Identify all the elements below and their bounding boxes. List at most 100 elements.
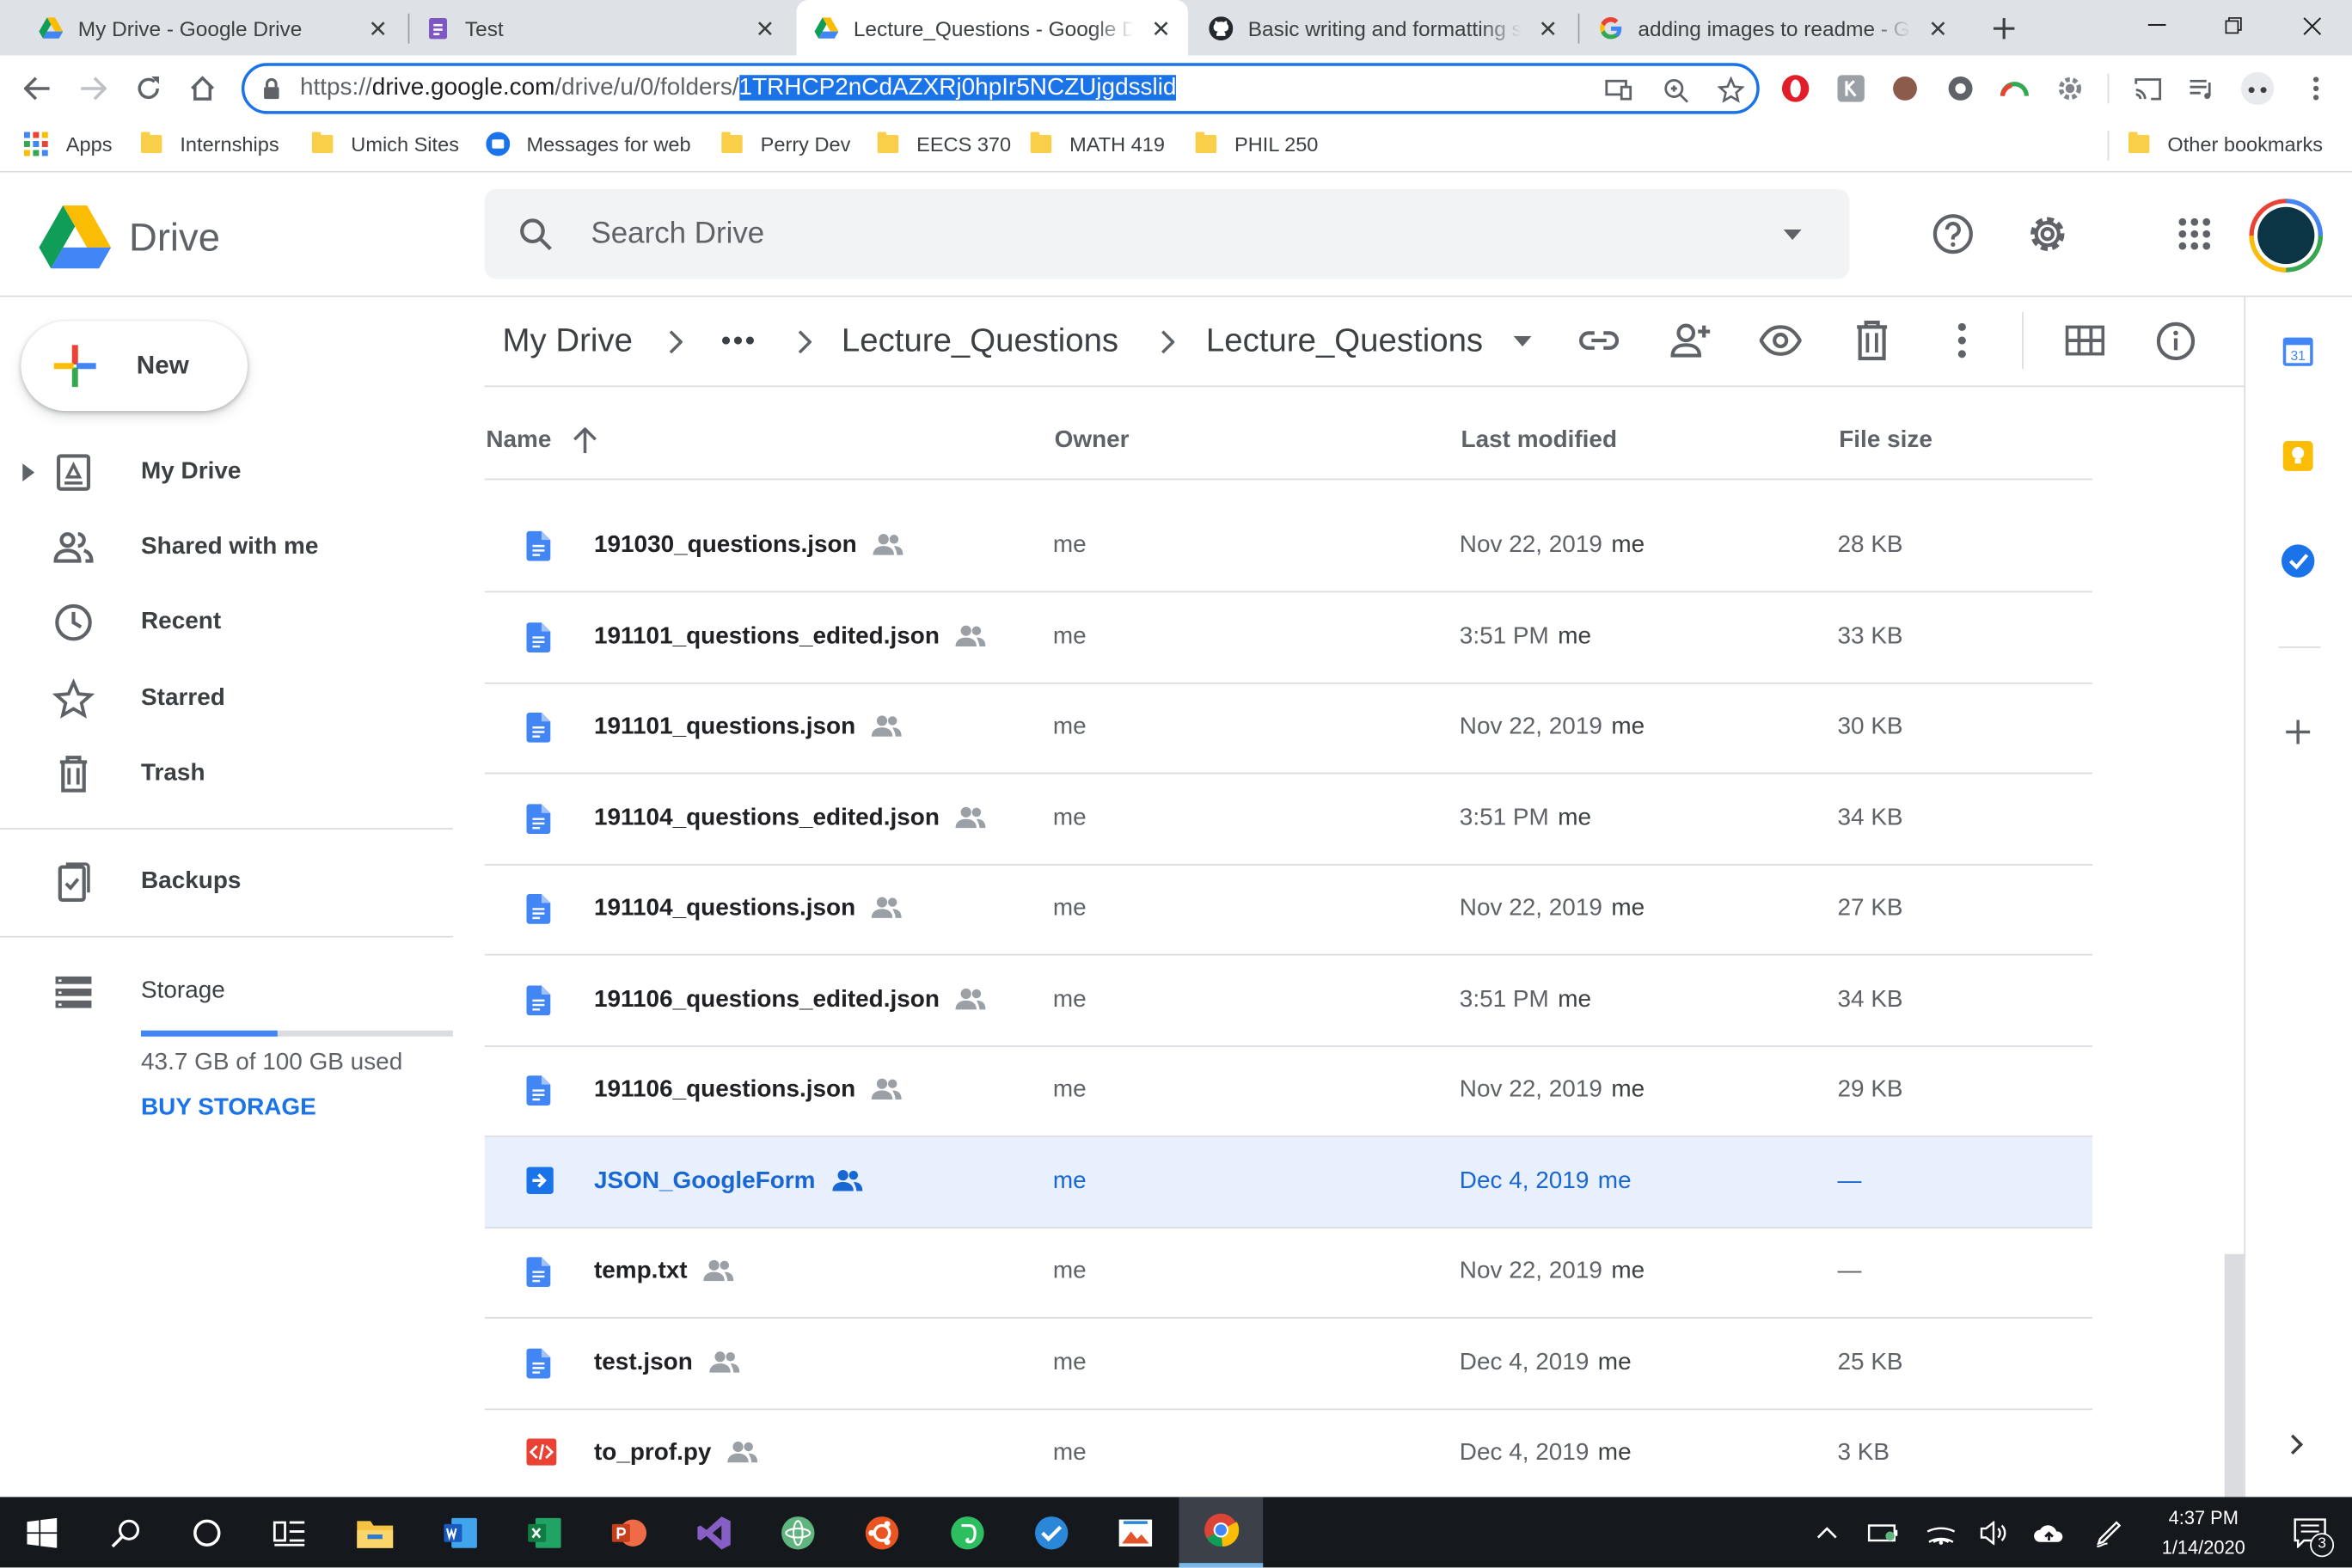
evernote-icon[interactable] bbox=[926, 1497, 1010, 1567]
bookmark-star-icon[interactable] bbox=[1713, 74, 1749, 107]
tab-github[interactable]: Basic writing and formatting sy bbox=[1191, 0, 1575, 56]
file-name[interactable]: 191101_questions.json bbox=[594, 683, 855, 773]
wifi-icon[interactable] bbox=[1914, 1497, 1968, 1567]
media-queue-icon[interactable] bbox=[2185, 72, 2218, 105]
buy-storage-link[interactable]: BUY STORAGE bbox=[141, 1095, 316, 1122]
file-name[interactable]: 191030_questions.json bbox=[594, 501, 857, 591]
expand-panel-chevron-icon[interactable] bbox=[2288, 1432, 2306, 1456]
opera-extension-icon[interactable] bbox=[1779, 72, 1811, 105]
taskbar-search-icon[interactable] bbox=[84, 1497, 168, 1567]
account-avatar[interactable] bbox=[2247, 197, 2325, 275]
column-header-owner[interactable]: Owner bbox=[1055, 387, 1130, 495]
close-tab-icon[interactable] bbox=[1146, 13, 1176, 43]
onedrive-cloud-icon[interactable] bbox=[2022, 1497, 2076, 1567]
file-row[interactable]: to_prof.py me Dec 4, 2019 me 3 KB bbox=[485, 1408, 2093, 1497]
new-tab-plus-icon[interactable] bbox=[1983, 9, 2025, 47]
add-addon-plus-icon[interactable] bbox=[2284, 719, 2311, 745]
address-bar[interactable]: https://drive.google.com/drive/u/0/folde… bbox=[241, 63, 1760, 114]
visual-studio-icon[interactable] bbox=[672, 1497, 756, 1567]
column-header-last-modified[interactable]: Last modified bbox=[1461, 387, 1617, 495]
bookmark-folder-phil-250[interactable]: PHIL 250 bbox=[1195, 121, 1318, 166]
profile-avatar-icon[interactable] bbox=[2238, 69, 2276, 107]
extension-k-icon[interactable] bbox=[1834, 72, 1867, 105]
bookmark-folder-other[interactable]: Other bookmarks bbox=[2128, 121, 2323, 166]
bookmark-messages-for-web[interactable]: Messages for web bbox=[486, 121, 691, 166]
keep-icon[interactable] bbox=[2282, 439, 2314, 472]
new-button[interactable]: New bbox=[21, 321, 248, 412]
tab-lecture-questions[interactable]: Lecture_Questions - Google Drive bbox=[796, 0, 1188, 56]
nav-starred[interactable]: Starred bbox=[0, 663, 465, 735]
cast-icon[interactable] bbox=[2132, 72, 2165, 105]
battery-icon[interactable] bbox=[1857, 1497, 1911, 1567]
calendar-icon[interactable]: 31 bbox=[2282, 334, 2314, 367]
file-name[interactable]: 191104_questions.json bbox=[594, 864, 855, 954]
home-icon[interactable] bbox=[180, 66, 224, 111]
file-row[interactable]: 191106_questions_edited.json me 3:51 PM me 3… bbox=[484, 955, 2093, 1047]
tab-my-drive[interactable]: My Drive - Google Drive bbox=[21, 0, 405, 56]
nav-trash[interactable]: Trash bbox=[0, 738, 465, 810]
tab-test[interactable]: Test bbox=[408, 0, 793, 56]
grid-view-icon[interactable] bbox=[2065, 325, 2105, 356]
preview-eye-icon[interactable] bbox=[1759, 324, 1802, 357]
drive-logo[interactable]: Drive bbox=[39, 205, 264, 269]
file-name[interactable]: temp.txt bbox=[594, 1227, 688, 1317]
close-tab-icon[interactable] bbox=[750, 13, 780, 43]
close-tab-icon[interactable] bbox=[363, 13, 393, 43]
extension-arc-icon[interactable] bbox=[1998, 72, 2030, 105]
cortana-circle-icon[interactable] bbox=[165, 1497, 249, 1567]
tasks-icon[interactable] bbox=[2280, 543, 2316, 579]
search-bar[interactable]: Search Drive bbox=[484, 188, 1850, 279]
reload-icon[interactable] bbox=[126, 66, 171, 111]
nav-shared-with-me[interactable]: Shared with me bbox=[0, 511, 465, 584]
file-name[interactable]: JSON_GoogleForm bbox=[594, 1136, 816, 1227]
file-row[interactable]: test.json me Dec 4, 2019 me 25 KB bbox=[484, 1318, 2093, 1410]
file-explorer-icon[interactable] bbox=[333, 1497, 417, 1567]
file-row[interactable]: 191030_questions.json me Nov 22, 2019 me 28 … bbox=[484, 501, 2093, 593]
file-name[interactable]: 191101_questions_edited.json bbox=[594, 591, 940, 682]
breadcrumb-current-folder[interactable]: Lecture_Questions bbox=[1206, 297, 1483, 383]
close-window-icon[interactable] bbox=[2282, 3, 2342, 47]
search-input[interactable]: Search Drive bbox=[591, 189, 764, 279]
nav-backups[interactable]: Backups bbox=[0, 846, 465, 918]
windows-start-icon[interactable] bbox=[0, 1497, 84, 1567]
atom-app-icon[interactable] bbox=[756, 1497, 840, 1567]
extension-circle-icon[interactable] bbox=[1889, 72, 1921, 105]
search-icon[interactable] bbox=[515, 213, 557, 255]
volume-icon[interactable] bbox=[1967, 1497, 2021, 1567]
column-header-name[interactable]: Name bbox=[486, 387, 551, 495]
column-header-file-size[interactable]: File size bbox=[1839, 387, 1932, 495]
folder-dropdown-icon[interactable] bbox=[1513, 335, 1532, 347]
bookmark-folder-eecs-370[interactable]: EECS 370 bbox=[877, 121, 1011, 166]
install-app-icon[interactable] bbox=[1601, 74, 1637, 107]
tab-google-search[interactable]: adding images to readme - Go bbox=[1581, 0, 1965, 56]
help-icon[interactable] bbox=[1925, 205, 1981, 262]
bookmark-folder-internships[interactable]: Internships bbox=[141, 121, 279, 166]
remove-trash-icon[interactable] bbox=[1854, 320, 1890, 362]
close-tab-icon[interactable] bbox=[1533, 13, 1563, 43]
close-tab-icon[interactable] bbox=[1923, 13, 1953, 43]
show-hidden-icons-chevron-icon[interactable] bbox=[1800, 1497, 1854, 1567]
file-row[interactable]: 191101_questions.json me Nov 22, 2019 me 30 … bbox=[484, 683, 2093, 775]
back-arrow-icon[interactable] bbox=[15, 66, 59, 111]
nav-recent[interactable]: Recent bbox=[0, 586, 465, 658]
powerpoint-icon[interactable] bbox=[586, 1497, 671, 1567]
file-row[interactable]: 191104_questions.json me Nov 22, 2019 me 27 … bbox=[484, 864, 2093, 956]
pen-ink-workspace-icon[interactable] bbox=[2082, 1497, 2136, 1567]
ubuntu-icon[interactable] bbox=[840, 1497, 924, 1567]
extension-gear-icon[interactable] bbox=[2054, 72, 2086, 105]
info-icon[interactable] bbox=[2155, 321, 2196, 361]
google-apps-grid-icon[interactable] bbox=[2166, 205, 2223, 262]
nav-storage[interactable]: Storage bbox=[0, 956, 465, 1028]
zoom-icon[interactable] bbox=[1657, 74, 1694, 107]
extension-ring-icon[interactable] bbox=[1944, 72, 1976, 105]
task-view-icon[interactable] bbox=[248, 1497, 332, 1567]
microsoft-todo-icon[interactable] bbox=[1009, 1497, 1093, 1567]
forward-arrow-icon[interactable] bbox=[70, 66, 115, 111]
file-row[interactable]: 191101_questions_edited.json me 3:51 PM me 3… bbox=[484, 591, 2093, 683]
file-row[interactable]: 191104_questions_edited.json me 3:51 PM me 3… bbox=[484, 773, 2093, 865]
action-center-icon[interactable]: 3 bbox=[2268, 1497, 2352, 1567]
bookmark-folder-perry-dev[interactable]: Perry Dev bbox=[721, 121, 850, 166]
sort-ascending-arrow-icon[interactable] bbox=[573, 427, 597, 454]
share-add-person-icon[interactable] bbox=[1668, 320, 1712, 362]
file-row[interactable]: JSON_GoogleForm me Dec 4, 2019 me — bbox=[484, 1136, 2093, 1228]
